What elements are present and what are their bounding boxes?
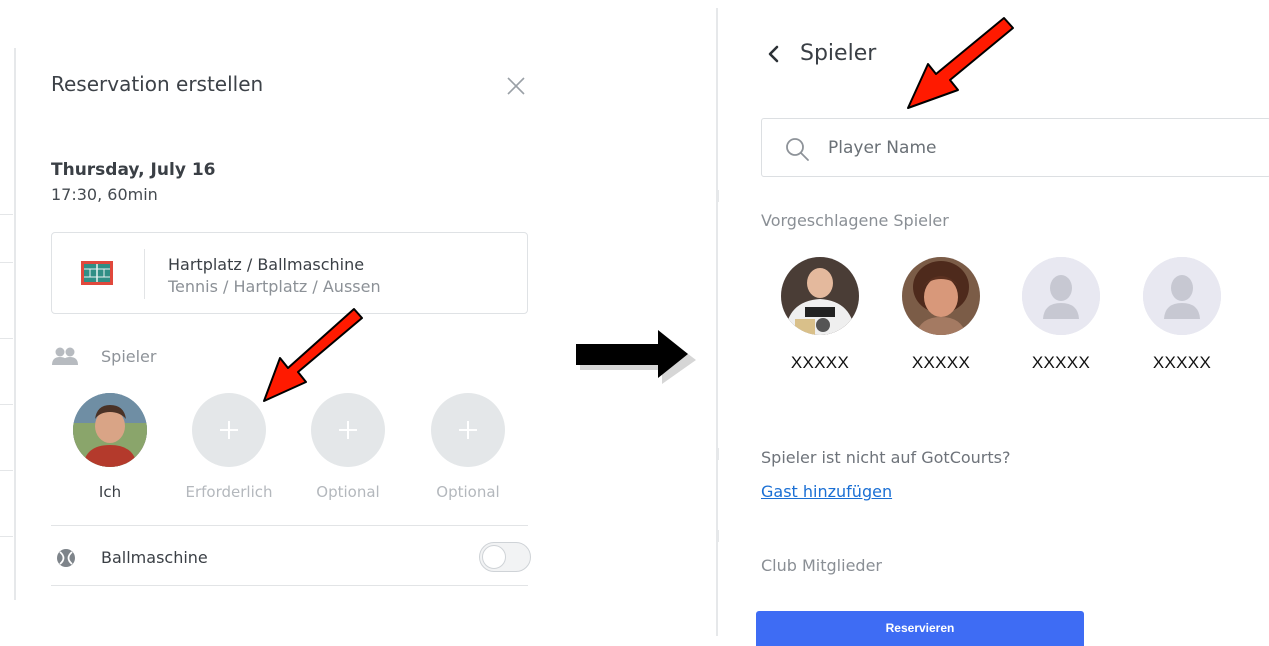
plus-icon: [467, 421, 469, 439]
background-row-line: [0, 214, 13, 215]
search-field[interactable]: [761, 118, 1269, 177]
divider: [51, 585, 528, 586]
background-row-line: [0, 262, 13, 263]
annotation-arrow-icon: [907, 17, 1014, 109]
player-name: XXXXX: [1152, 353, 1212, 372]
player-name: XXXXX: [790, 353, 850, 372]
slot-label: Optional: [436, 483, 500, 501]
add-guest-link[interactable]: Gast hinzufügen: [761, 482, 892, 501]
background-line: [718, 448, 719, 460]
background-line: [718, 530, 719, 542]
annotation-arrow-icon: [263, 308, 363, 402]
suggested-player[interactable]: XXXXX: [770, 257, 870, 373]
slot-label: Ich: [98, 483, 122, 501]
panel-title: Reservation erstellen: [51, 72, 264, 96]
user-silhouette-icon: [1143, 257, 1221, 335]
player-slot-optional[interactable]: Optional: [418, 393, 518, 501]
default-avatar-icon[interactable]: [1143, 257, 1221, 335]
add-player-button[interactable]: [431, 393, 505, 467]
slot-label: Optional: [316, 483, 380, 501]
tennis-court-icon: [81, 261, 113, 285]
flow-arrow-icon: [576, 330, 696, 384]
not-on-gotcourts-label: Spieler ist nicht auf GotCourts?: [761, 448, 1011, 467]
user-silhouette-icon: [1022, 257, 1100, 335]
suggested-player[interactable]: XXXXX: [1011, 257, 1111, 373]
toggle-knob: [482, 545, 506, 569]
divider: [51, 525, 528, 526]
avatar[interactable]: [781, 257, 859, 335]
court-subtitle: Tennis / Hartplatz / Aussen: [168, 277, 381, 296]
search-input[interactable]: [828, 133, 1248, 163]
avatar-photo: [781, 257, 859, 335]
users-icon: [52, 347, 78, 365]
reservation-date: Thursday, July 16: [51, 160, 216, 180]
avatar-photo: [902, 257, 980, 335]
player-name: XXXXX: [911, 353, 971, 372]
search-icon: [786, 138, 809, 161]
panel-edge: [14, 48, 16, 600]
player-slot-me[interactable]: Ich: [60, 393, 160, 501]
ball-machine-label: Ballmaschine: [101, 548, 208, 567]
club-members-label: Club Mitglieder: [761, 556, 882, 575]
avatar[interactable]: [902, 257, 980, 335]
suggested-players-label: Vorgeschlagene Spieler: [761, 211, 949, 230]
players-label: Spieler: [101, 347, 157, 366]
court-card[interactable]: Hartplatz / Ballmaschine Tennis / Hartpl…: [51, 232, 528, 314]
player-name: XXXXX: [1031, 353, 1091, 372]
plus-icon: [228, 421, 230, 439]
reservation-time: 17:30, 60min: [51, 185, 158, 204]
background-row-line: [0, 536, 13, 537]
avatar-photo: [73, 393, 147, 467]
tennis-ball-icon: [57, 549, 75, 567]
court-name: Hartplatz / Ballmaschine: [168, 255, 365, 274]
avatar[interactable]: [73, 393, 147, 467]
suggested-player[interactable]: XXXXX: [1132, 257, 1232, 373]
court-divider: [144, 249, 145, 299]
close-icon[interactable]: [505, 75, 527, 97]
ball-machine-toggle[interactable]: [479, 542, 531, 572]
plus-icon: [347, 421, 349, 439]
suggested-player[interactable]: XXXXX: [891, 257, 991, 373]
slot-label: Erforderlich: [185, 483, 273, 501]
player-slot-optional[interactable]: Optional: [298, 393, 398, 501]
panel-title: Spieler: [800, 41, 877, 66]
background-row-line: [0, 338, 13, 339]
default-avatar-icon[interactable]: [1022, 257, 1100, 335]
background-row-line: [0, 404, 13, 405]
reserve-button[interactable]: Reservieren: [756, 611, 1084, 646]
background-row-line: [0, 470, 13, 471]
chevron-left-icon[interactable]: [766, 44, 782, 64]
player-slot-required[interactable]: Erforderlich: [179, 393, 279, 501]
background-line: [718, 190, 719, 202]
ball-machine-row: Ballmaschine: [51, 540, 531, 576]
